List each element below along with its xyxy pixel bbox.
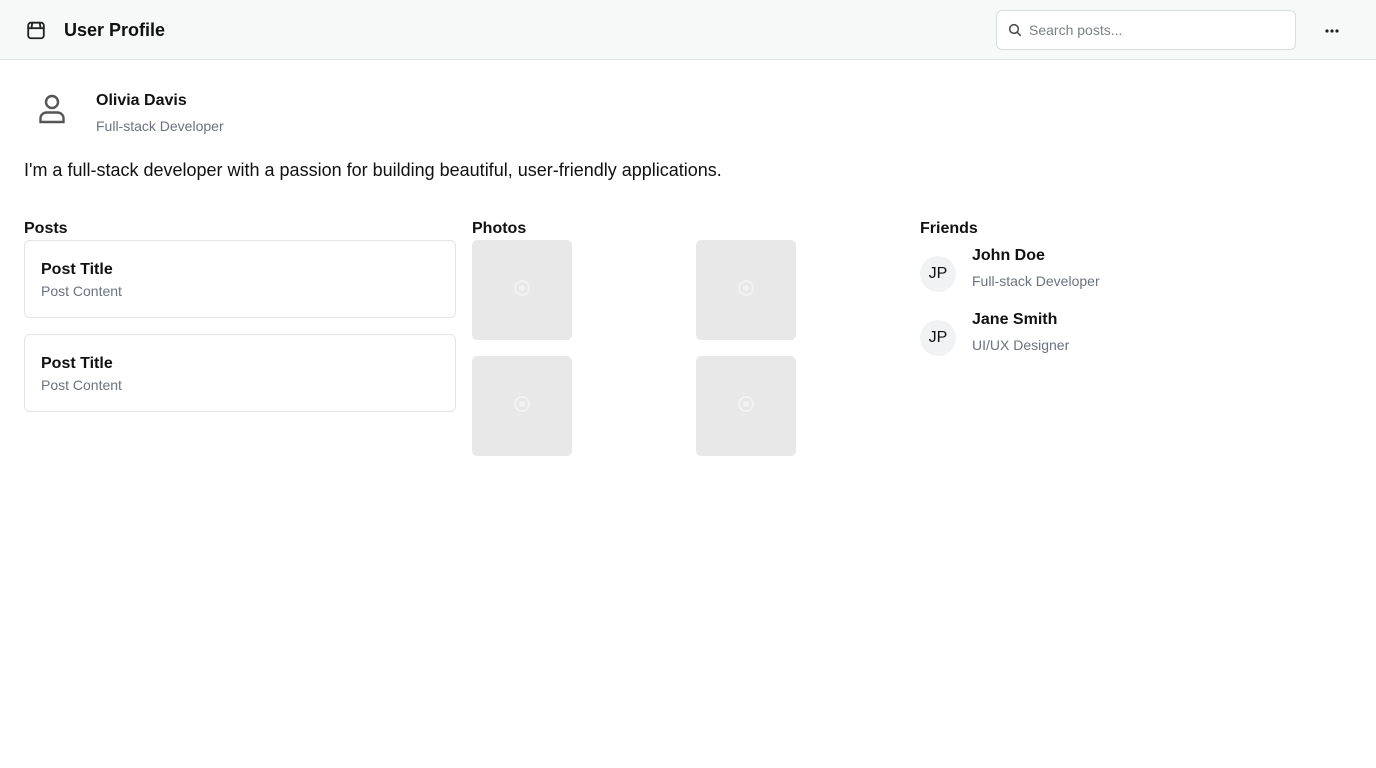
image-placeholder-icon bbox=[736, 278, 756, 303]
image-placeholder-icon bbox=[736, 394, 756, 419]
page-title: User Profile bbox=[64, 20, 166, 40]
image-placeholder-icon bbox=[512, 278, 532, 303]
friends-heading: Friends bbox=[920, 220, 978, 237]
post-title: Post Title bbox=[41, 355, 113, 372]
search-icon bbox=[1006, 21, 1024, 39]
friend-avatar: JP bbox=[920, 256, 956, 292]
avatar bbox=[36, 94, 68, 128]
friend-avatar: JP bbox=[920, 320, 956, 356]
more-horizontal-icon bbox=[1324, 21, 1340, 39]
profile-name: Olivia Davis bbox=[96, 92, 187, 109]
package-icon bbox=[24, 18, 48, 42]
image-placeholder-icon bbox=[512, 394, 532, 419]
photo-thumbnail[interactable] bbox=[472, 356, 572, 456]
posts-heading: Posts bbox=[24, 220, 68, 237]
post-card[interactable]: Post Title Post Content bbox=[24, 334, 456, 412]
profile-bio: I'm a full-stack developer with a passio… bbox=[24, 160, 722, 180]
photo-thumbnail[interactable] bbox=[696, 240, 796, 340]
post-title: Post Title bbox=[41, 261, 113, 278]
search-input[interactable] bbox=[1029, 11, 1289, 49]
photo-thumbnail[interactable] bbox=[472, 240, 572, 340]
post-content: Post Content bbox=[41, 283, 122, 299]
profile-role: Full-stack Developer bbox=[96, 118, 224, 134]
user-icon bbox=[37, 93, 67, 130]
more-options-button[interactable] bbox=[1316, 14, 1348, 46]
friend-role: UI/UX Designer bbox=[972, 337, 1070, 353]
top-bar: User Profile bbox=[0, 0, 1376, 60]
friend-item[interactable]: JP John Doe Full-stack Developer bbox=[920, 243, 1280, 295]
post-content: Post Content bbox=[41, 377, 122, 393]
search-box[interactable] bbox=[996, 10, 1296, 50]
photos-heading: Photos bbox=[472, 220, 527, 237]
post-card[interactable]: Post Title Post Content bbox=[24, 240, 456, 318]
friend-name: John Doe bbox=[972, 247, 1045, 264]
friend-item[interactable]: JP Jane Smith UI/UX Designer bbox=[920, 307, 1280, 359]
photo-thumbnail[interactable] bbox=[696, 356, 796, 456]
friend-role: Full-stack Developer bbox=[972, 273, 1100, 289]
friend-name: Jane Smith bbox=[972, 311, 1058, 328]
